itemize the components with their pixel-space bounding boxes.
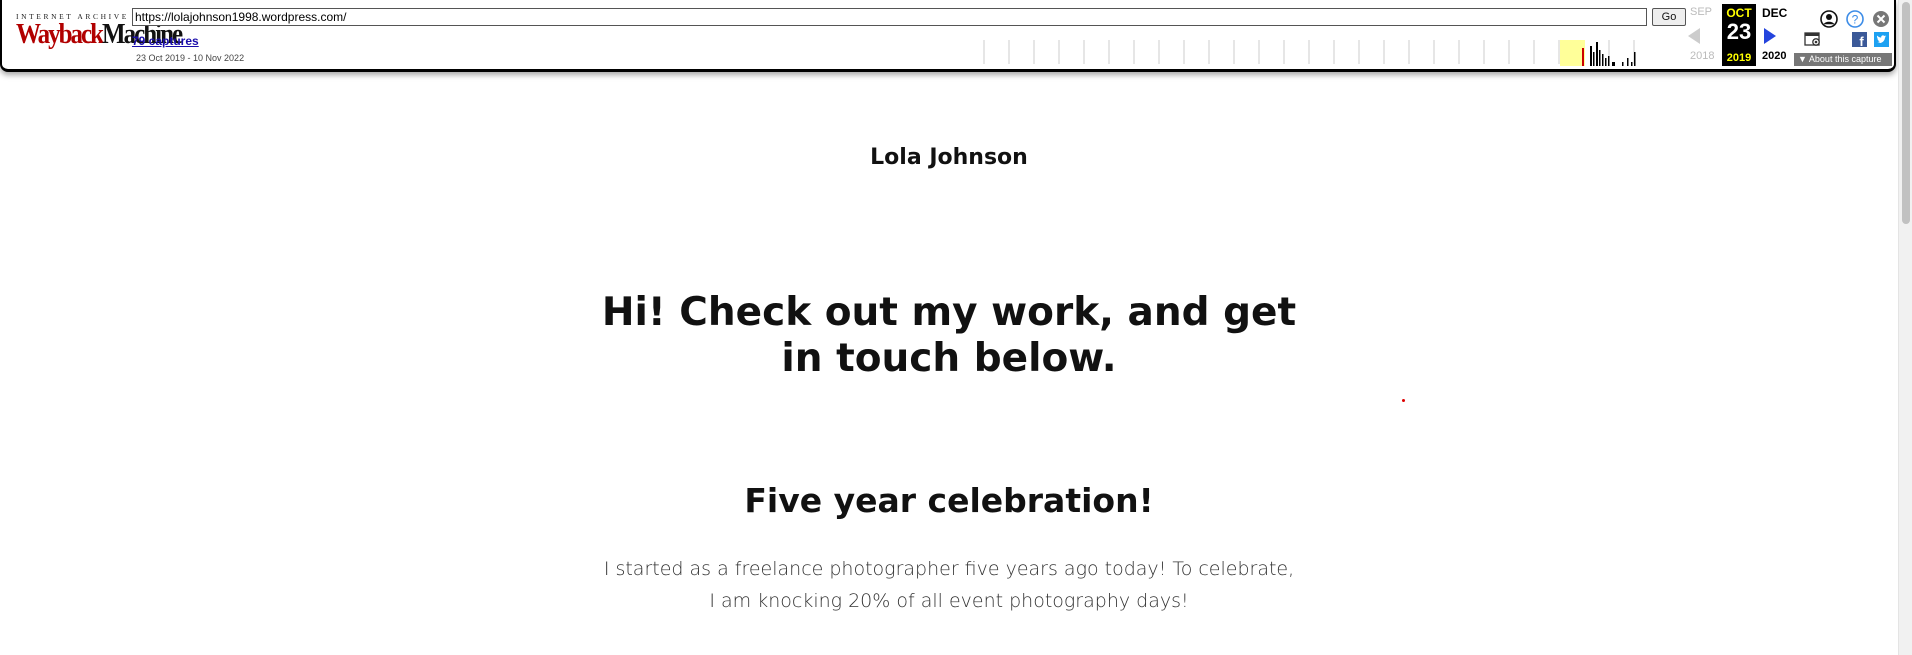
- sparkline-current-year-highlight: [1560, 40, 1585, 66]
- site-title[interactable]: Lola Johnson: [0, 145, 1898, 170]
- url-input[interactable]: https://lolajohnson1998.wordpress.com/: [132, 8, 1647, 26]
- facebook-icon[interactable]: f: [1852, 32, 1867, 47]
- wayback-logo[interactable]: INTERNET ARCHIVE Wayback Machine: [16, 12, 183, 54]
- prev-month-label[interactable]: SEP: [1690, 6, 1712, 18]
- celebration-text: I started as a freelance photographer fi…: [603, 558, 1295, 612]
- hero-heading: Hi! Check out my work, and get in touch …: [601, 290, 1297, 381]
- capture-sparkline[interactable]: [982, 38, 1662, 66]
- close-icon[interactable]: [1872, 10, 1890, 28]
- prev-arrow-icon[interactable]: [1688, 28, 1700, 44]
- next-arrow-icon[interactable]: [1764, 28, 1776, 44]
- svg-text:?: ?: [1852, 13, 1859, 27]
- help-icon[interactable]: ?: [1846, 10, 1864, 28]
- captures-link[interactable]: 79 captures: [132, 34, 199, 48]
- red-dot: [1402, 399, 1405, 402]
- logo-wayback-text: Wayback: [16, 18, 104, 50]
- wayback-toolbar: INTERNET ARCHIVE Wayback Machine https:/…: [0, 0, 1896, 72]
- capture-date-range: 23 Oct 2019 - 10 Nov 2022: [136, 53, 245, 63]
- next-month-label[interactable]: DEC: [1762, 6, 1787, 20]
- current-capture-date: OCT 23 2019: [1722, 4, 1756, 66]
- scrollbar-thumb[interactable]: [1902, 2, 1910, 224]
- calendar-navigator: SEP 2018 OCT 23 2019 DEC 2020: [1682, 4, 1802, 66]
- prev-year-label[interactable]: 2018: [1690, 50, 1714, 62]
- caret-down-icon: ▼: [1798, 54, 1809, 64]
- sparkline-year-dividers: [983, 40, 1635, 64]
- current-day: 23: [1726, 19, 1752, 44]
- go-button[interactable]: Go: [1652, 8, 1686, 26]
- svg-text:f: f: [1859, 34, 1864, 47]
- about-capture-label: About this capture: [1808, 54, 1882, 64]
- celebration-heading: Five year celebration!: [744, 481, 1154, 520]
- current-year: 2019: [1726, 52, 1752, 64]
- current-month: OCT: [1726, 6, 1752, 20]
- next-year-label[interactable]: 2020: [1762, 50, 1786, 62]
- screenshot-icon[interactable]: [1804, 30, 1822, 48]
- about-capture-button[interactable]: ▼ About this capture: [1794, 53, 1892, 66]
- twitter-icon[interactable]: [1874, 32, 1889, 47]
- vertical-scrollbar[interactable]: [1898, 0, 1912, 655]
- user-icon[interactable]: [1820, 10, 1838, 28]
